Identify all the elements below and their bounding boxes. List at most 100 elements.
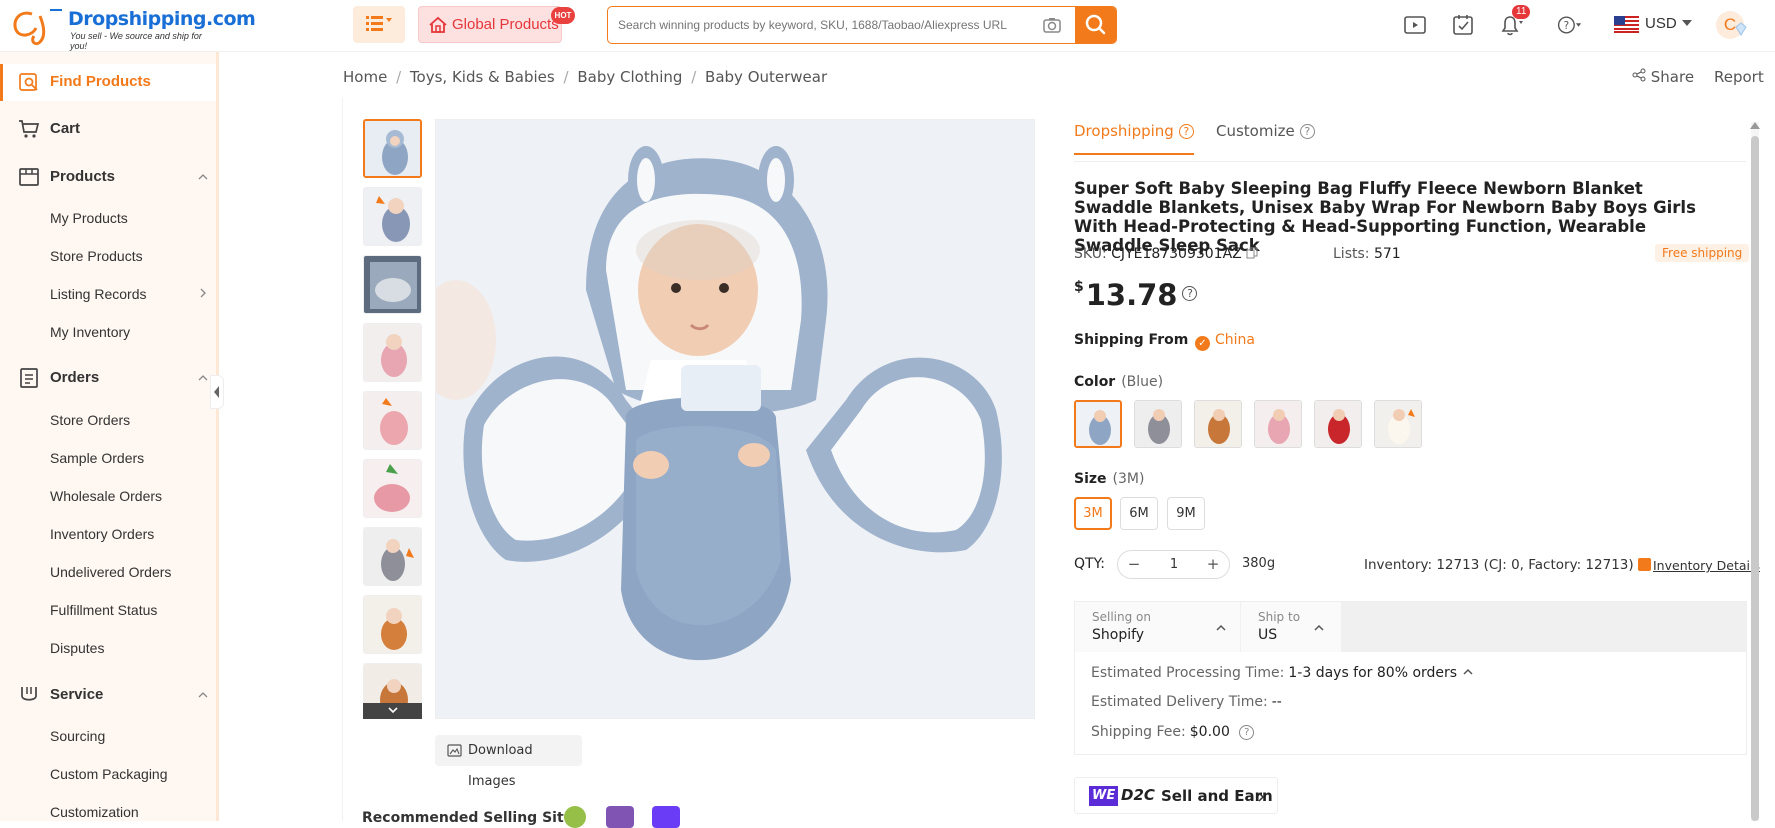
color-swatch-blue[interactable] <box>1074 400 1122 448</box>
size-option-6m[interactable]: 6M <box>1120 497 1158 530</box>
help-circle-icon[interactable]: ? <box>1182 286 1198 301</box>
chevron-right-icon[interactable] <box>198 288 208 298</box>
help-icon[interactable]: ? <box>1556 12 1582 38</box>
chevron-up-icon[interactable] <box>1462 667 1474 677</box>
color-value: (Blue) <box>1121 374 1164 390</box>
woocommerce-icon[interactable] <box>606 806 634 828</box>
thumbnail-scroll-down[interactable] <box>363 703 422 719</box>
qty-input[interactable]: 1 <box>1153 557 1195 572</box>
breadcrumb-home[interactable]: Home <box>343 68 387 86</box>
sidebar-item-disputes[interactable]: Disputes <box>50 640 104 656</box>
qty-increment-button[interactable]: + <box>1203 555 1223 573</box>
scroll-up-arrow[interactable] <box>1750 122 1760 129</box>
sidebar-item-store-orders[interactable]: Store Orders <box>50 412 130 428</box>
help-circle-icon[interactable]: ? <box>1299 124 1315 139</box>
products-box-icon <box>19 168 39 186</box>
sidebar-item-customization[interactable]: Customization <box>50 804 139 820</box>
page-scrollbar[interactable] <box>1750 122 1760 821</box>
camera-icon[interactable] <box>1042 15 1062 35</box>
color-row: Color (Blue) <box>1074 374 1163 390</box>
breadcrumb-toys[interactable]: Toys, Kids & Babies <box>410 68 555 86</box>
thumbnail-image[interactable] <box>363 323 422 382</box>
thumbnail-image[interactable] <box>363 255 422 314</box>
breadcrumb-separator: / <box>396 68 402 86</box>
lists-label: Lists: <box>1333 246 1370 262</box>
qty-decrement-button[interactable]: − <box>1124 555 1144 573</box>
notification-badge: 11 <box>1512 5 1531 19</box>
thumbnail-image[interactable] <box>363 391 422 450</box>
size-option-3m[interactable]: 3M <box>1074 497 1112 530</box>
tab-dropshipping-label: Dropshipping <box>1074 122 1174 140</box>
size-option-9m[interactable]: 9M <box>1167 497 1205 530</box>
thumbnail-image[interactable] <box>363 527 422 586</box>
logo-tagline: You sell - We source and ship for you! <box>70 31 202 51</box>
processing-time-row: Estimated Processing Time: 1-3 days for 8… <box>1091 665 1474 681</box>
lists-value: 571 <box>1373 246 1401 262</box>
tab-dropshipping[interactable]: Dropshipping? <box>1074 122 1194 155</box>
global-products-button[interactable]: Global Products <box>418 6 562 43</box>
sidebar-item-store-products[interactable]: Store Products <box>50 248 143 264</box>
sidebar-item-sample-orders[interactable]: Sample Orders <box>50 450 144 466</box>
chevron-up-icon[interactable] <box>198 373 208 383</box>
color-swatch-brown[interactable] <box>1194 400 1242 448</box>
shipping-panel: Selling on Shopify Ship to US Estimated … <box>1074 601 1747 755</box>
shopify-icon[interactable] <box>564 806 586 828</box>
task-check-icon[interactable] <box>1450 12 1476 38</box>
thumbnail-image[interactable] <box>363 187 422 246</box>
search-input[interactable] <box>608 7 1073 43</box>
thumbnail-image[interactable] <box>363 459 422 518</box>
processing-time-label: Estimated Processing Time: <box>1091 665 1285 681</box>
report-link[interactable]: Report <box>1714 68 1764 86</box>
chevron-up-icon[interactable] <box>198 690 208 700</box>
processing-time-value: 1-3 days for 80% orders <box>1288 665 1458 681</box>
thumbnail-strip <box>363 119 423 719</box>
chevron-up-icon[interactable] <box>198 172 208 182</box>
thumbnail-image[interactable] <box>363 595 422 654</box>
tab-customize[interactable]: Customize? <box>1216 122 1315 140</box>
help-circle-icon[interactable]: ? <box>1239 725 1255 740</box>
search-button[interactable] <box>1075 7 1116 43</box>
thumbnail-image[interactable] <box>363 119 422 178</box>
currency-selector[interactable]: USD <box>1645 15 1693 32</box>
sidebar-item-wholesale-orders[interactable]: Wholesale Orders <box>50 488 162 504</box>
color-swatch-grey[interactable] <box>1134 400 1182 448</box>
sidebar-collapse-button[interactable] <box>210 375 224 409</box>
sidebar-orders-label: Orders <box>50 369 100 386</box>
sku-label: SKU: <box>1074 246 1107 262</box>
breadcrumb-baby-outerwear[interactable]: Baby Outerwear <box>705 68 827 86</box>
help-circle-icon[interactable]: ? <box>1178 124 1194 139</box>
video-icon[interactable] <box>1402 12 1428 38</box>
color-swatch-white[interactable] <box>1374 400 1422 448</box>
sidebar-item-fulfillment-status[interactable]: Fulfillment Status <box>50 602 157 618</box>
download-images-button[interactable]: Download Images <box>435 735 582 789</box>
sidebar-item-undelivered-orders[interactable]: Undelivered Orders <box>50 564 171 580</box>
copy-icon[interactable] <box>1246 247 1258 259</box>
shipping-from-option[interactable]: ✓ China <box>1195 332 1255 351</box>
color-swatch-red[interactable] <box>1314 400 1362 448</box>
platform-icon[interactable] <box>652 806 680 828</box>
search-bar <box>607 6 1117 44</box>
shipping-fee-row: Shipping Fee: $0.00 ? <box>1091 724 1255 740</box>
sidebar-item-listing-records[interactable]: Listing Records <box>50 286 147 302</box>
scrollbar-thumb[interactable] <box>1751 136 1759 821</box>
we-d2c-sell-and-earn-button[interactable]: WE D2C Sell and Earn <box>1074 777 1278 814</box>
category-menu-button[interactable] <box>353 6 405 43</box>
sidebar-item-custom-packaging[interactable]: Custom Packaging <box>50 766 168 782</box>
sidebar-item-sourcing[interactable]: Sourcing <box>50 728 105 744</box>
sidebar-item-my-products[interactable]: My Products <box>50 210 128 226</box>
we-logo: WE <box>1089 786 1119 806</box>
logo[interactable]: Dropshipping.com You sell - We source an… <box>10 6 256 51</box>
inventory-details-link[interactable]: Inventory Details <box>1653 558 1760 573</box>
sidebar-cart-label: Cart <box>50 120 81 137</box>
share-button[interactable]: Share <box>1632 68 1694 86</box>
breadcrumb-baby-clothing[interactable]: Baby Clothing <box>577 68 682 86</box>
selling-on-selector[interactable]: Selling on Shopify <box>1075 602 1240 652</box>
share-icon <box>1632 68 1646 82</box>
sidebar-item-inventory-orders[interactable]: Inventory Orders <box>50 526 154 542</box>
sidebar-item-my-inventory[interactable]: My Inventory <box>50 324 130 340</box>
ship-to-selector[interactable]: Ship to US <box>1241 602 1341 652</box>
main-product-image[interactable] <box>435 119 1035 719</box>
download-image-icon <box>447 744 462 757</box>
color-swatch-pink[interactable] <box>1254 400 1302 448</box>
inventory-lock-icon <box>1637 558 1651 571</box>
